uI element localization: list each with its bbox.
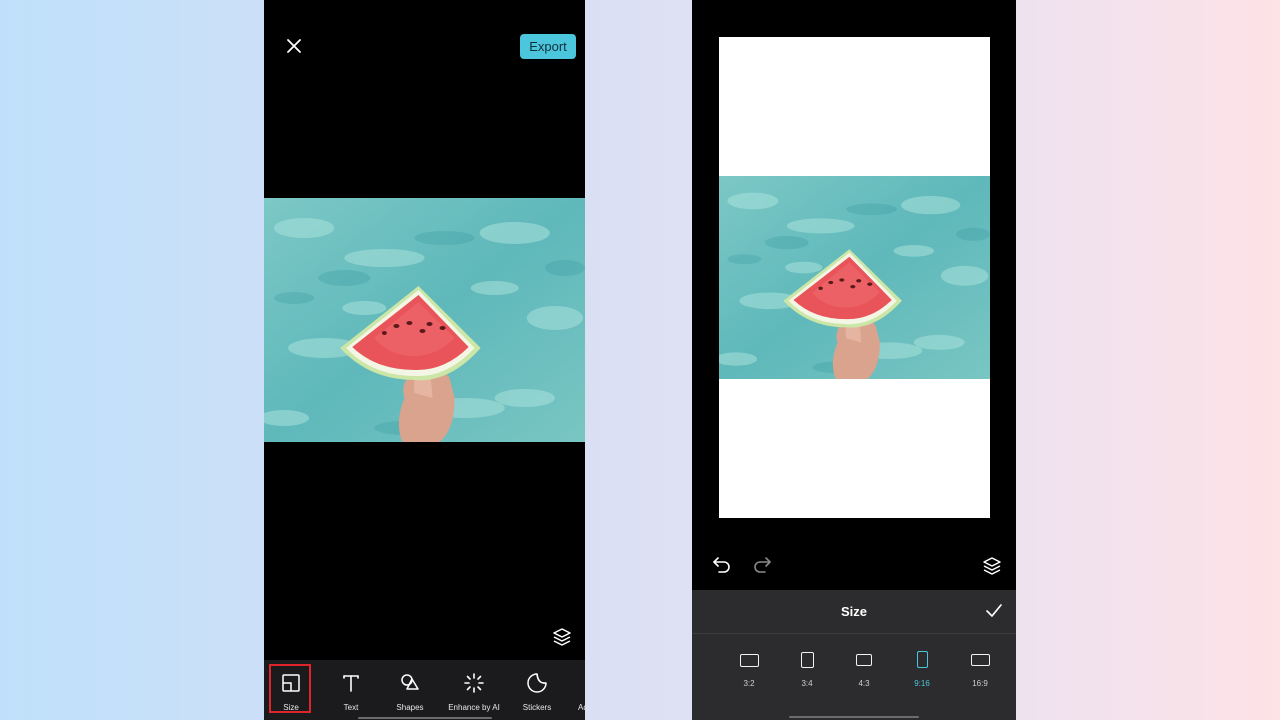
redo-button[interactable] (751, 552, 773, 574)
tool-text[interactable]: Text (321, 668, 381, 720)
divider (692, 633, 1016, 634)
close-icon (287, 39, 301, 53)
close-button[interactable] (282, 34, 306, 58)
redo-icon (754, 557, 771, 573)
ratio-16-9[interactable]: 16:9 (960, 650, 1000, 690)
shapes-icon (401, 674, 419, 690)
size-editor-screen: Size 3:2 3:4 4:3 9:16 16:9 (692, 0, 1016, 720)
bottom-toolbar: Size Text Shapes Enhance by AI Stickers … (264, 660, 585, 720)
text-icon (343, 675, 359, 692)
layers-button[interactable] (981, 555, 1003, 577)
size-icon (282, 674, 300, 692)
home-indicator (358, 717, 492, 719)
confirm-button[interactable] (984, 601, 1004, 621)
tool-ad[interactable]: Ad (558, 668, 585, 720)
ratio-shape-icon (916, 651, 928, 668)
tool-size[interactable]: Size (264, 664, 321, 720)
ratio-shape-icon (800, 652, 814, 668)
ratio-label: 3:2 (743, 679, 755, 688)
checkmark-icon (986, 604, 1002, 617)
sticker-icon (527, 673, 547, 693)
ratio-label: 16:9 (972, 679, 988, 688)
home-indicator (789, 716, 919, 718)
ratio-label: 4:3 (858, 679, 870, 688)
tool-shapes[interactable]: Shapes (380, 668, 440, 720)
export-button[interactable]: Export (520, 34, 576, 59)
ratio-9-16[interactable]: 9:16 (902, 650, 942, 690)
layers-button[interactable] (551, 626, 573, 648)
sparkle-icon (464, 673, 484, 693)
watermelon-photo (719, 176, 990, 379)
undo-icon (713, 557, 730, 573)
tool-label: Ad (578, 703, 585, 712)
photo-canvas[interactable] (719, 176, 990, 379)
tool-label: Enhance by AI (448, 703, 500, 712)
size-panel: Size 3:2 3:4 4:3 9:16 16:9 (692, 590, 1016, 720)
photo-canvas[interactable] (264, 198, 585, 442)
ratio-label: 3:4 (801, 679, 813, 688)
ratio-shape-icon (856, 654, 872, 666)
layers-icon (553, 628, 571, 646)
undo-button[interactable] (711, 552, 733, 574)
ratio-label: 9:16 (914, 679, 930, 688)
ratio-shape-icon (970, 654, 990, 666)
tool-label: Text (343, 703, 359, 712)
ratio-4-3[interactable]: 4:3 (844, 650, 884, 690)
layers-icon (983, 557, 1001, 575)
panel-title: Size (840, 604, 867, 619)
tool-enhance-by-ai[interactable]: Enhance by AI (444, 668, 504, 720)
editor-screen: Export Size Text Shapes Enhance by AI St… (264, 0, 585, 720)
ratio-3-4[interactable]: 3:4 (787, 650, 827, 690)
watermelon-photo (264, 198, 585, 442)
ratio-shape-icon (739, 654, 759, 667)
ratio-3-2[interactable]: 3:2 (729, 650, 769, 690)
tool-label: Size (283, 703, 299, 712)
tool-label: Shapes (396, 703, 424, 712)
